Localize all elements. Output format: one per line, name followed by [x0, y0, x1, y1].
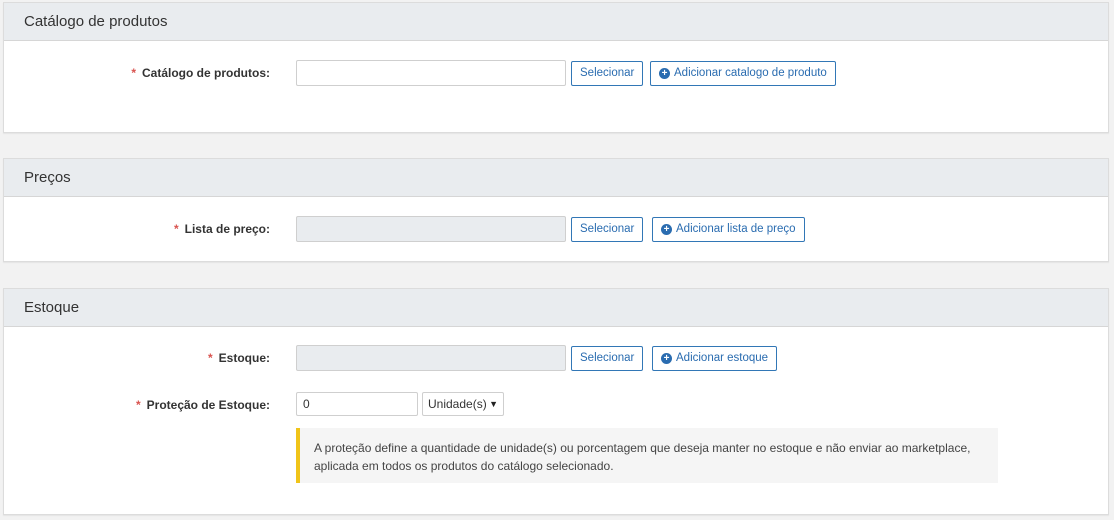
plus-circle-icon: +: [659, 68, 670, 79]
prices-panel-title: Preços: [4, 159, 1108, 197]
add-stock-button-label: Adicionar estoque: [676, 352, 769, 364]
stock-field-label: * Estoque:: [208, 345, 270, 371]
catalog-field-label-text: Catálogo de produtos:: [142, 66, 270, 80]
stock-input: [296, 345, 566, 371]
caret-down-icon: ▼: [489, 399, 498, 409]
catalog-panel: Catálogo de produtos * Catálogo de produt…: [3, 2, 1109, 133]
catalog-field-label: * Catálogo de produtos:: [131, 60, 270, 86]
stock-protection-notice: A proteção define a quantidade de unidad…: [296, 428, 998, 483]
stock-field-label-text: Estoque:: [218, 351, 270, 365]
required-marker: *: [173, 222, 179, 236]
unit-select-value: Unidade(s): [428, 397, 487, 411]
stock-protection-label: * Proteção de Estoque:: [136, 392, 270, 418]
stock-row: * Estoque: Selecionar + Adicionar estoque: [4, 345, 1108, 371]
prices-field-label: * Lista de preço:: [174, 216, 270, 242]
unit-select[interactable]: Unidade(s) ▼: [422, 392, 504, 416]
required-marker: *: [207, 351, 213, 365]
notice-line-2: aplicada em todos os produtos do catálog…: [314, 459, 614, 473]
prices-field-label-text: Lista de preço:: [184, 222, 270, 236]
price-list-input: [296, 216, 566, 242]
prices-select-button[interactable]: Selecionar: [571, 217, 644, 242]
stock-panel: Estoque * Estoque: Selecionar + Adicionar…: [3, 288, 1109, 515]
notice-line-1: A proteção define a quantidade de unidad…: [314, 441, 971, 455]
catalog-row: * Catálogo de produtos: Selecionar + Adic…: [4, 60, 1108, 86]
catalog-input[interactable]: [296, 60, 566, 86]
stock-protection-row: * Proteção de Estoque: Unidade(s) ▼: [4, 392, 1108, 418]
add-price-list-button-label: Adicionar lista de preço: [676, 223, 796, 235]
stock-protection-label-text: Proteção de Estoque:: [146, 398, 270, 412]
stock-panel-title: Estoque: [4, 289, 1108, 327]
plus-circle-icon: +: [661, 224, 672, 235]
stock-select-button[interactable]: Selecionar: [571, 346, 644, 371]
catalog-select-button[interactable]: Selecionar: [571, 61, 644, 86]
add-catalog-button-label: Adicionar catalogo de produto: [674, 67, 827, 79]
plus-circle-icon: +: [661, 353, 672, 364]
add-price-list-button[interactable]: + Adicionar lista de preço: [652, 217, 805, 242]
stock-protection-input[interactable]: [296, 392, 418, 416]
prices-panel: Preços * Lista de preço: Selecionar + Adi…: [3, 158, 1109, 262]
required-marker: *: [131, 66, 136, 80]
required-marker: *: [135, 398, 141, 412]
add-stock-button[interactable]: + Adicionar estoque: [652, 346, 778, 371]
catalog-panel-title: Catálogo de produtos: [4, 3, 1108, 41]
add-catalog-button[interactable]: + Adicionar catalogo de produto: [650, 61, 836, 86]
prices-row: * Lista de preço: Selecionar + Adicionar …: [4, 216, 1108, 242]
